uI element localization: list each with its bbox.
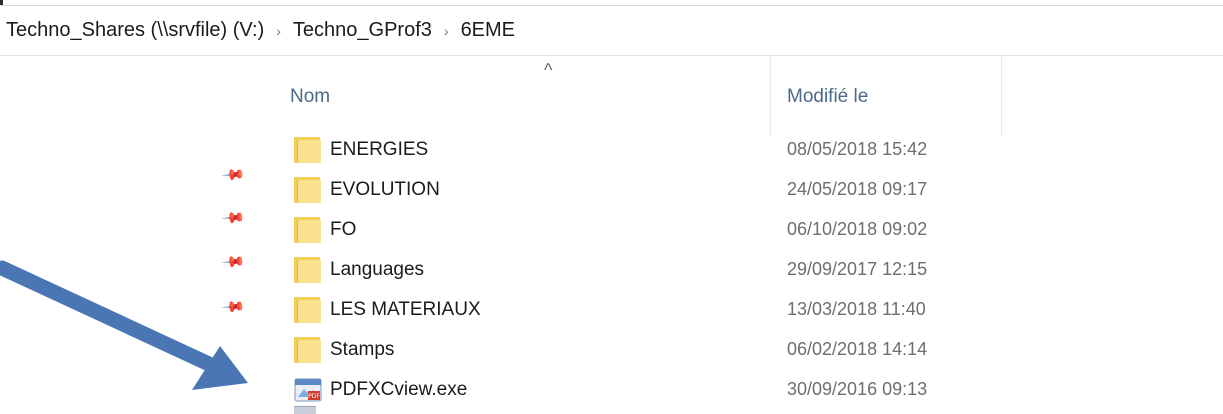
file-name: EVOLUTION	[330, 179, 440, 200]
folder-icon	[294, 337, 322, 363]
list-item[interactable]: LES MATERIAUX 13/03/2018 11:40	[284, 292, 984, 330]
pin-icon[interactable]: 📌	[220, 205, 245, 230]
window-edge	[0, 0, 3, 5]
breadcrumb: Techno_Shares (\\srvfile) (V:) › Techno_…	[0, 6, 1223, 56]
file-name: Languages	[330, 259, 425, 280]
folder-icon	[294, 257, 322, 283]
file-name: PDFXCview.exe	[330, 379, 468, 400]
breadcrumb-item-folder[interactable]: Techno_GProf3	[293, 19, 432, 42]
pin-icon[interactable]: 📌	[220, 249, 245, 274]
column-header-name-label: Nom	[290, 86, 331, 107]
svg-text:PDF: PDF	[308, 393, 320, 400]
pin-icon[interactable]: 📌	[220, 162, 245, 187]
chevron-right-icon[interactable]: ›	[444, 23, 449, 39]
column-header-modified-label: Modifié le	[787, 86, 869, 107]
folder-icon	[294, 217, 322, 243]
list-item[interactable]: ENERGIES 08/05/2018 15:42	[284, 132, 984, 170]
folder-icon	[294, 177, 322, 203]
list-item[interactable]: EVOLUTION 24/05/2018 09:17	[284, 172, 984, 210]
column-headers: ^ Nom Modifié le	[274, 56, 1014, 136]
file-modified: 06/02/2018 14:14	[787, 339, 928, 359]
file-modified: 30/09/2016 09:13	[787, 379, 928, 399]
file-modified: 24/05/2018 09:17	[787, 179, 928, 199]
file-name: LES MATERIAUX	[330, 299, 481, 320]
file-name: Stamps	[330, 339, 395, 360]
folder-icon	[294, 297, 322, 323]
file-modified: 06/10/2018 09:02	[787, 219, 928, 239]
list-item[interactable]: Stamps 06/02/2018 14:14	[284, 332, 984, 370]
list-item[interactable]: FO 06/10/2018 09:02	[284, 212, 984, 250]
breadcrumb-item-current[interactable]: 6EME	[461, 19, 515, 42]
breadcrumb-item-drive[interactable]: Techno_Shares (\\srvfile) (V:)	[6, 19, 264, 42]
list-item[interactable]: PDF PDFXCview.exe 30/09/2016 09:13	[284, 372, 984, 410]
sort-ascending-icon: ^	[544, 60, 553, 80]
column-header-modified[interactable]: Modifié le	[771, 56, 1002, 136]
file-name: FO	[330, 219, 357, 240]
chevron-right-icon[interactable]: ›	[276, 23, 281, 39]
file-name: ENERGIES	[330, 139, 429, 160]
file-modified: 08/05/2018 15:42	[787, 139, 928, 159]
column-header-name[interactable]: ^ Nom	[274, 56, 771, 136]
list-item[interactable]: Languages 29/09/2017 12:15	[284, 252, 984, 290]
pin-icon[interactable]: 📌	[220, 294, 245, 319]
folder-icon	[294, 137, 322, 163]
pdf-viewer-app-icon: PDF	[294, 378, 322, 402]
file-modified: 13/03/2018 11:40	[787, 299, 926, 319]
file-modified: 29/09/2017 12:15	[787, 259, 928, 279]
